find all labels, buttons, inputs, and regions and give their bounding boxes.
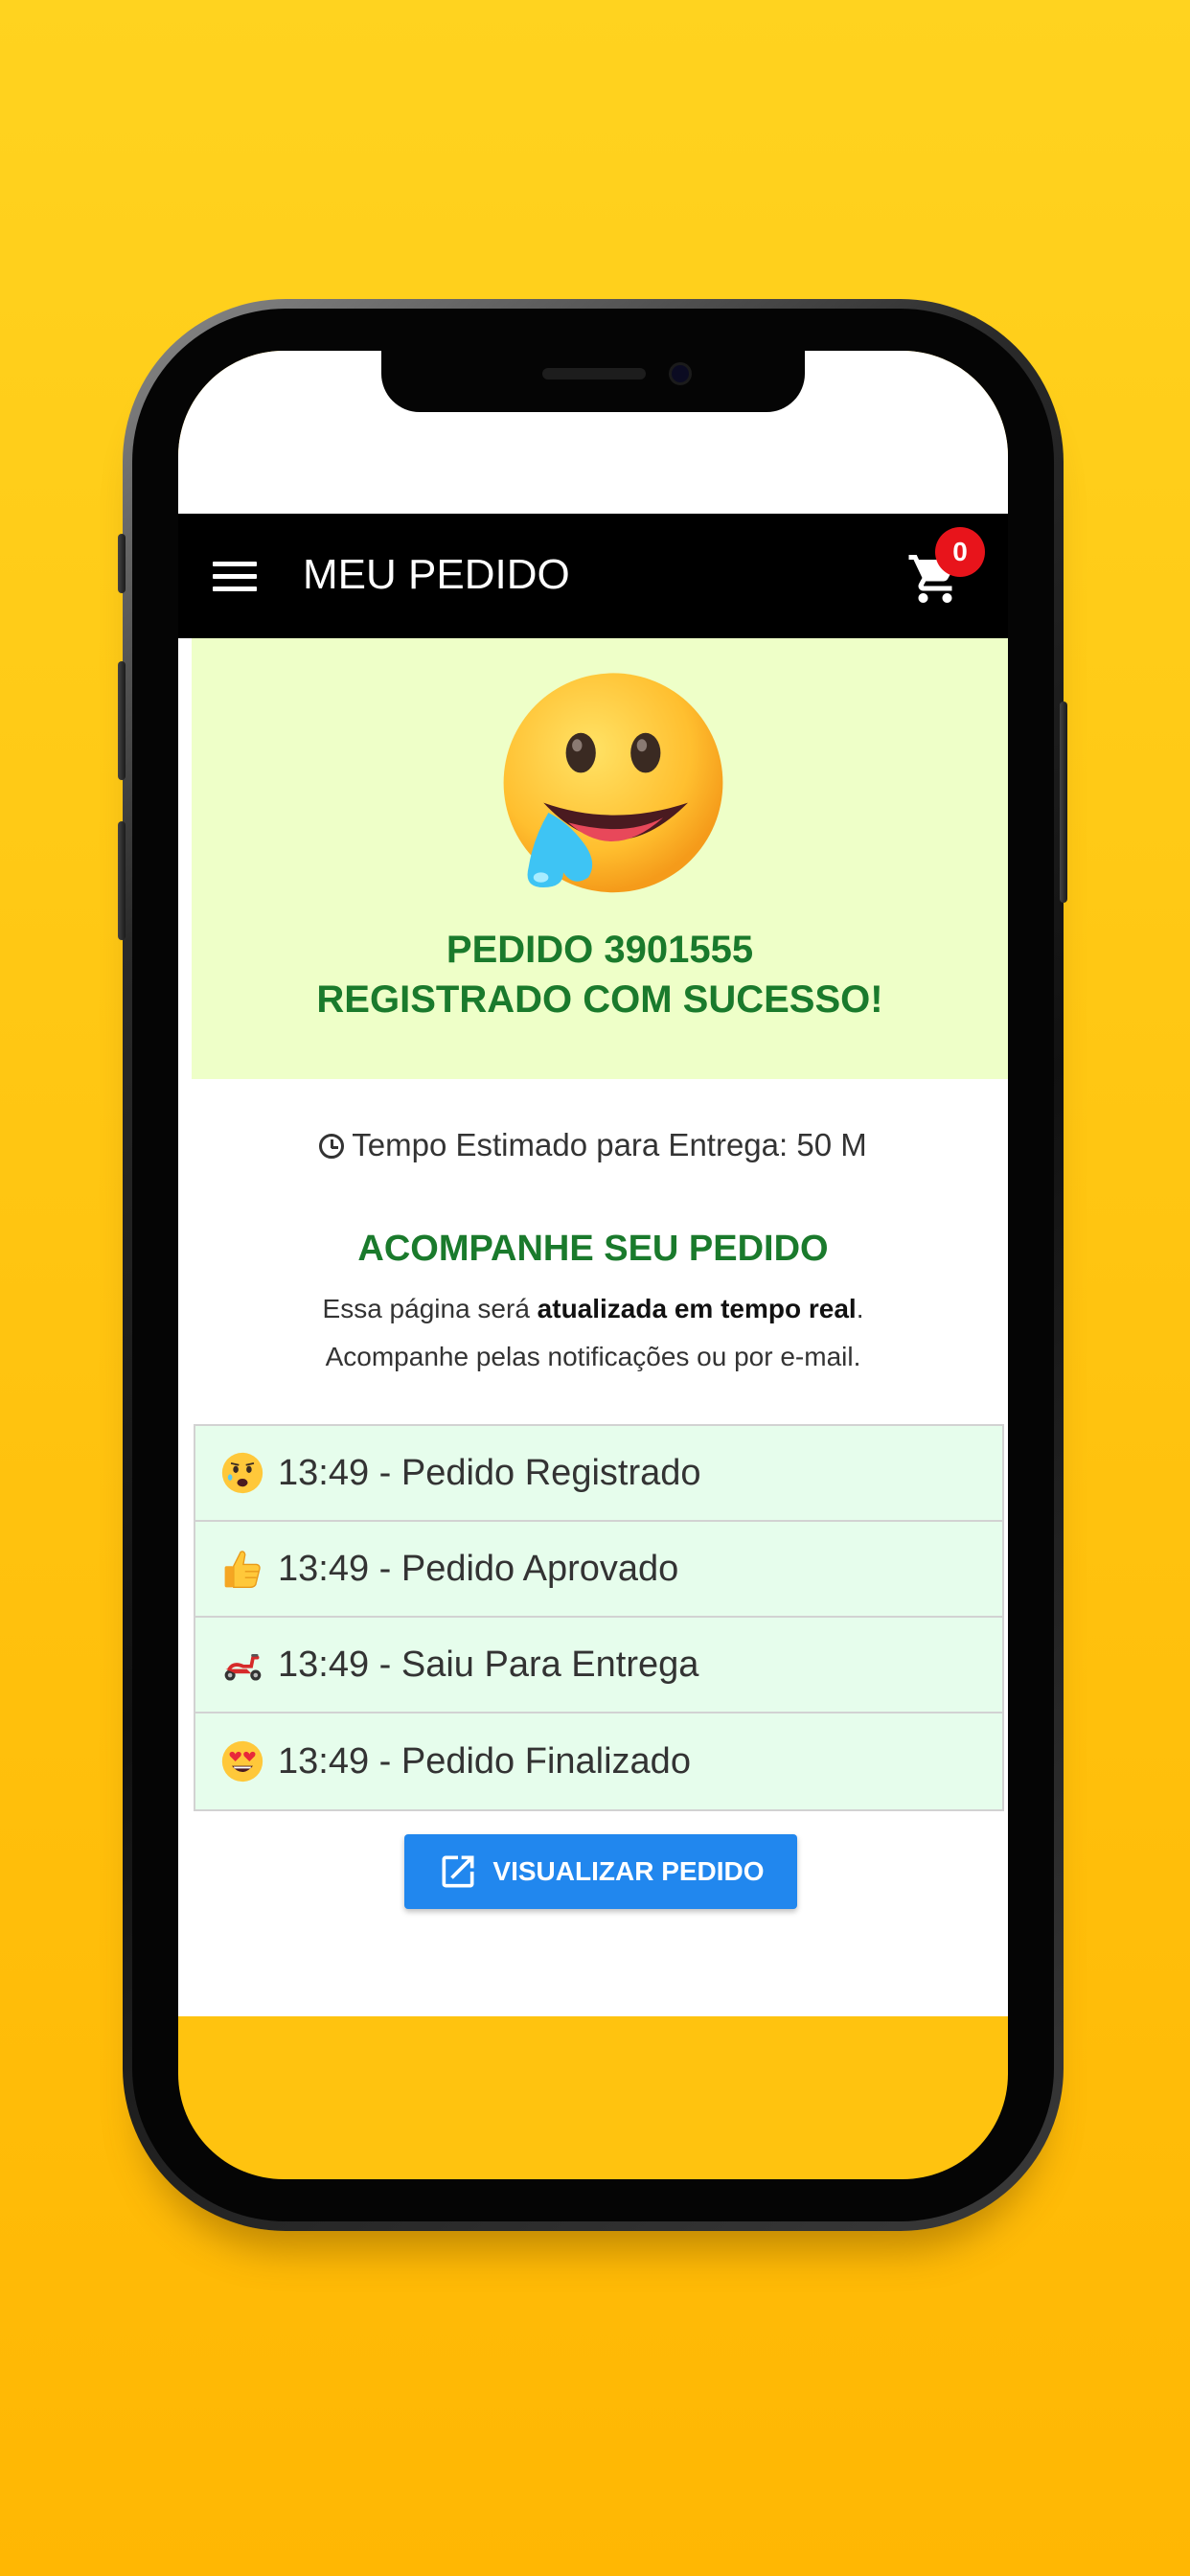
order-number-title: PEDIDO 3901555: [446, 929, 754, 971]
front-camera: [669, 362, 692, 385]
phone-frame: MEU PEDIDO 0 PEDIDO 3901555 REGISTRADO C…: [118, 299, 1067, 2231]
speaker-grille: [542, 368, 646, 380]
anxious-face-icon: [221, 1452, 263, 1494]
page-title: MEU PEDIDO: [303, 551, 570, 598]
timeline-item-finished: 13:49 - Pedido Finalizado: [195, 1714, 1002, 1809]
volume-up-button: [118, 661, 126, 780]
power-button: [1060, 702, 1067, 903]
silent-switch: [118, 534, 126, 593]
drooling-face-emoji: [503, 673, 723, 893]
timeline-item-registered: 13:49 - Pedido Registrado: [195, 1426, 1002, 1522]
delivery-eta: Tempo Estimado para Entrega: 50 M: [178, 1127, 1008, 1163]
clock-icon: [319, 1134, 345, 1159]
timeline-item-text: 13:49 - Pedido Aprovado: [278, 1548, 679, 1589]
volume-down-button: [118, 821, 126, 940]
success-banner: PEDIDO 3901555 REGISTRADO COM SUCESSO!: [192, 638, 1008, 1079]
timeline-item-approved: 13:49 - Pedido Aprovado: [195, 1522, 1002, 1618]
main-content: PEDIDO 3901555 REGISTRADO COM SUCESSO! T…: [178, 638, 1008, 2016]
cart-count-badge: 0: [935, 527, 985, 577]
timeline-item-text: 13:49 - Pedido Finalizado: [278, 1740, 691, 1782]
timeline-item-text: 13:49 - Pedido Registrado: [278, 1452, 701, 1493]
view-order-button[interactable]: VISUALIZAR PEDIDO: [404, 1834, 797, 1909]
open-in-new-icon: [442, 1855, 474, 1888]
eta-text: Tempo Estimado para Entrega: 50 M: [352, 1127, 867, 1162]
hamburger-menu-icon[interactable]: [213, 562, 257, 594]
tracking-title: ACOMPANHE SEU PEDIDO: [357, 1229, 829, 1269]
note-prefix: Essa página será: [322, 1294, 538, 1323]
notch: [381, 351, 805, 412]
order-timeline: 13:49 - Pedido Registrado 13:49 - Pedido…: [194, 1424, 1004, 1811]
thumbs-up-icon: [224, 1551, 261, 1589]
note-suffix: .: [856, 1294, 864, 1323]
view-order-label: VISUALIZAR PEDIDO: [492, 1856, 765, 1886]
order-success-title: REGISTRADO COM SUCESSO!: [316, 978, 883, 1021]
scooter-icon: [224, 1653, 262, 1681]
app-bar: MEU PEDIDO 0: [178, 514, 1008, 638]
timeline-item-text: 13:49 - Saiu Para Entrega: [278, 1644, 699, 1685]
note-bold: atualizada em tempo real: [537, 1294, 857, 1323]
tracking-note-line2: Acompanhe pelas notificações ou por e-ma…: [325, 1342, 861, 1371]
timeline-item-out-for-delivery: 13:49 - Saiu Para Entrega: [195, 1618, 1002, 1714]
heart-eyes-face-icon: [221, 1740, 263, 1782]
tracking-note-line1: Essa página será atualizada em tempo rea…: [178, 1294, 1008, 1324]
phone-screen: MEU PEDIDO 0 PEDIDO 3901555 REGISTRADO C…: [178, 351, 1008, 2179]
